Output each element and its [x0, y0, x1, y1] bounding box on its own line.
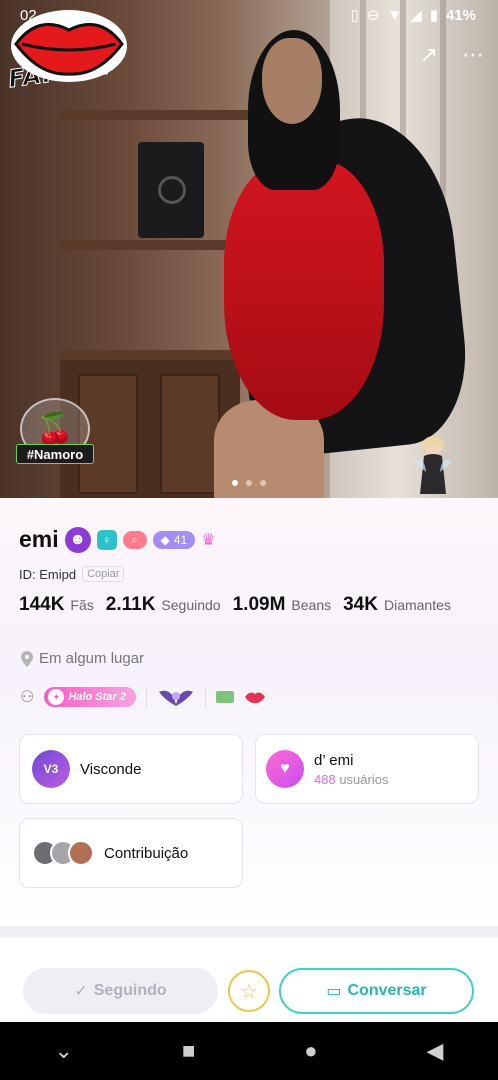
stat-beans-value: 1.09M [232, 594, 286, 615]
level-badge: ◆ 41 [152, 530, 196, 549]
user-id: ID: Emipd [19, 566, 77, 582]
location-text: Em algum lugar [39, 650, 145, 667]
chat-button[interactable]: ▭ Conversar [279, 968, 474, 1014]
lips-badge-icon [244, 692, 265, 704]
fan-club-count-label: usuários [339, 771, 389, 787]
ticket-badge-icon [215, 691, 234, 703]
top-actions: ↗ ⋯ [420, 44, 484, 66]
stats-row: 144K Fãs 2.11K Seguindo 1.09M Beans 34K … [19, 594, 457, 616]
section-divider [0, 926, 498, 938]
pager-dot [232, 480, 238, 486]
search-badge-icon: ⌕ [122, 530, 147, 549]
check-icon: ✓ [74, 983, 88, 1000]
vip-level-icon: V3 [32, 750, 70, 788]
halo-badge-label: Halo Star 2 [68, 691, 126, 703]
contribution-title: Contribuição [104, 844, 189, 862]
stat-diamonds-label: Diamantes [383, 597, 451, 613]
profile-name: emi [19, 526, 59, 552]
fan-club-heart-icon: ♥ [266, 750, 304, 788]
medal-icon: ⚇ [20, 689, 35, 706]
star-favorite-button[interactable]: ☆ [228, 970, 270, 1012]
action-bar: ✓ Seguindo ☆ ▭ Conversar [0, 950, 498, 1022]
devil-emoji-icon: ☻ [64, 526, 91, 553]
signal-icon: ◢ [410, 7, 422, 24]
battery-level: 41% [445, 6, 476, 24]
photo-pager [232, 480, 266, 486]
divider [204, 686, 206, 708]
profile-info: emi ☻ ♀ ⌕ ◆ 41 ♛ ID: Emipd Copiar 144K F… [0, 498, 498, 938]
fan-club-text: d’ emi 488 usuários [314, 752, 388, 787]
wing-badge-icon [158, 690, 193, 706]
stat-diamonds-value: 34K [343, 594, 378, 615]
location-row: Em algum lugar [21, 650, 144, 667]
system-nav-bar: ⌄ ■ ● ◀ [0, 1022, 498, 1080]
stat-fans-label: Fãs [70, 597, 94, 613]
photo-shelf [60, 110, 260, 120]
chat-label: Conversar [347, 982, 427, 999]
profile-screen: 02 ▯ ⊖ ▼ ◢ ▮ 41% FAPEXY ↗ ⋯ 🍒 #Namoro em… [0, 0, 498, 1080]
stat-following-label: Seguindo [161, 597, 221, 613]
dnd-icon: ⊖ [366, 7, 380, 24]
photo-stereo [138, 142, 204, 238]
divider [145, 686, 147, 708]
stat-fans-value[interactable]: 144K [19, 594, 64, 616]
location-pin-icon [21, 650, 33, 667]
id-row: ID: Emipd Copiar [19, 566, 125, 582]
name-row: emi ☻ ♀ ⌕ ◆ 41 ♛ [19, 526, 216, 553]
chat-bubble-icon: ▭ [326, 983, 342, 1000]
gender-icon: ♀ [96, 529, 117, 550]
halo-gem-icon: ✦ [48, 689, 65, 705]
status-icons: ▯ ⊖ ▼ ◢ ▮ 41% [350, 6, 476, 25]
fan-club-card[interactable]: ♥ d’ emi 488 usuários [255, 734, 479, 804]
following-button[interactable]: ✓ Seguindo [23, 968, 218, 1014]
brand-lips-logo [11, 10, 127, 82]
contribution-card[interactable]: Contribuição [19, 818, 243, 888]
back-icon[interactable]: ◀ [427, 1038, 444, 1064]
fan-club-count-row: 488 usuários [314, 772, 388, 787]
fan-club-count: 488 [314, 771, 336, 787]
vip-title: Visconde [80, 760, 142, 778]
share-icon[interactable]: ↗ [420, 44, 438, 66]
contributor-avatars [32, 840, 94, 866]
diamond-icon: ◆ [160, 532, 170, 547]
photo-figure-dress [224, 160, 384, 420]
copy-id-button[interactable]: Copiar [82, 566, 125, 582]
fairy-sticker-icon [414, 436, 452, 494]
medal-row[interactable]: ⚇ ✦ Halo Star 2 [20, 686, 266, 708]
pager-dot [246, 480, 252, 486]
pager-dot [260, 480, 266, 486]
following-label: Seguindo [93, 982, 167, 999]
stat-following-value[interactable]: 2.11K [106, 594, 156, 616]
vip-card[interactable]: V3 Visconde [19, 734, 243, 804]
fan-club-title: d’ emi [314, 751, 354, 769]
star-plus-icon: ☆ [240, 980, 258, 1003]
interest-tag[interactable]: #Namoro [16, 444, 94, 464]
home-icon[interactable]: ● [304, 1038, 317, 1064]
crown-icon: ♛ [201, 531, 216, 549]
halo-star-badge[interactable]: ✦ Halo Star 2 [44, 687, 136, 707]
photo-figure-face [262, 38, 322, 124]
avatar [68, 840, 94, 866]
wifi-icon: ▼ [387, 6, 403, 24]
level-value: 41 [173, 532, 188, 547]
stat-beans-label: Beans [291, 597, 332, 613]
more-icon[interactable]: ⋯ [462, 44, 484, 66]
vibrate-icon: ▯ [350, 7, 359, 24]
battery-icon: ▮ [429, 7, 438, 24]
recents-icon[interactable]: ■ [182, 1038, 195, 1064]
collapse-icon[interactable]: ⌄ [55, 1038, 73, 1064]
